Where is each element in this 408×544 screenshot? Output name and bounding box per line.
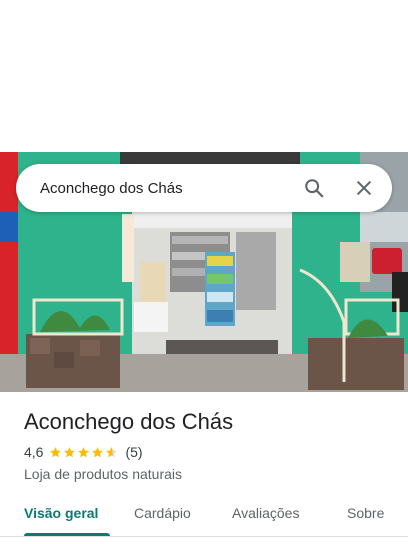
tab-visao-geral[interactable]: Visão geral [24,505,98,521]
rating-row[interactable]: 4,6 (5) [24,444,394,460]
close-icon[interactable] [346,170,382,206]
star-icon [78,446,90,457]
tab-cardapio[interactable]: Cardápio [134,505,191,521]
search-query[interactable]: Aconchego dos Chás [40,180,296,197]
star-icon [92,446,104,457]
place-info: Aconchego dos Chás 4,6 (5) Loja de produ… [24,408,394,482]
star-icon [106,446,118,457]
star-icon [50,446,62,457]
place-category[interactable]: Loja de produtos naturais [24,466,394,482]
search-icon[interactable] [296,170,332,206]
place-name: Aconchego dos Chás [24,409,234,434]
place-tabs: Visão geral Cardápio Avaliações Sobre [0,496,408,536]
rating-value: 4,6 [24,444,44,460]
star-icon [64,446,76,457]
tab-divider [0,536,408,537]
tab-sobre[interactable]: Sobre [347,505,384,521]
review-count[interactable]: (5) [125,444,142,460]
tab-avaliacoes[interactable]: Avaliações [232,505,299,521]
search-bar[interactable]: Aconchego dos Chás [16,164,392,212]
star-rating [49,446,119,459]
